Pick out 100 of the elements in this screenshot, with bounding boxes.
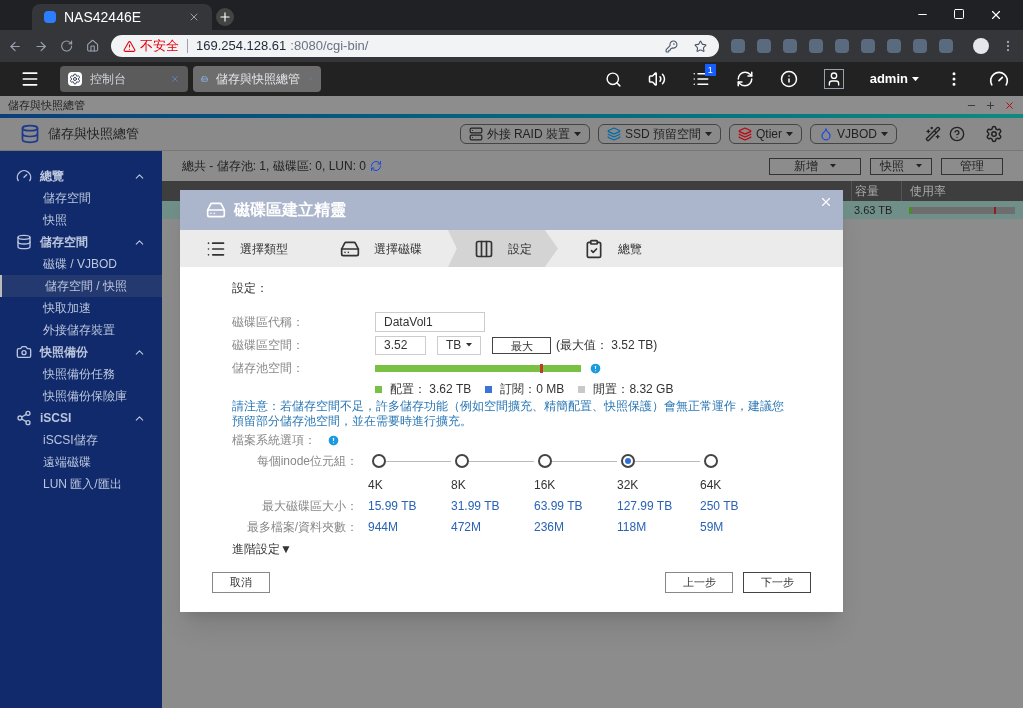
legend-label: 閒置：8.32 GB — [593, 381, 674, 398]
max-volume-value: 250 TB — [700, 498, 740, 515]
inode-size: 32K — [617, 477, 640, 494]
toolbar-dropdown[interactable]: VJBOD — [810, 124, 897, 144]
usage-marker — [993, 206, 996, 214]
sidebar-item[interactable]: 儲存空間 — [0, 187, 162, 209]
wand-icon[interactable] — [925, 126, 941, 142]
user-menu[interactable]: admin — [869, 69, 919, 89]
max-files-value: 472M — [451, 519, 483, 536]
action-button[interactable]: 快照 — [870, 157, 932, 175]
action-button[interactable]: 新增 — [769, 157, 861, 175]
database-icon — [16, 234, 32, 250]
action-button[interactable]: 管理 — [941, 157, 1003, 175]
radio-button[interactable] — [704, 454, 718, 468]
profile-icon[interactable] — [973, 38, 989, 54]
field-label: 每個inode位元組： — [255, 453, 359, 470]
bookmark-icon[interactable] — [694, 39, 707, 53]
max-volume-value: 15.99 TB — [368, 498, 418, 515]
radio-button[interactable] — [372, 454, 386, 468]
sidebar-item[interactable]: iSCSI儲存 — [0, 429, 162, 451]
speaker-icon[interactable] — [647, 70, 666, 88]
max-note: (最大值： 3.52 TB) — [556, 337, 658, 354]
help-icon[interactable] — [949, 126, 965, 142]
max-button[interactable]: 最大 — [492, 336, 551, 354]
next-button[interactable]: 下一步 — [743, 572, 811, 593]
section-title: 設定： — [232, 280, 269, 297]
ssd-icon — [606, 127, 621, 141]
new-tab-icon[interactable] — [216, 8, 234, 26]
sidebar-item[interactable]: 快照備份保險庫 — [0, 385, 162, 407]
toolbar-dropdown[interactable]: SSD 預留空間 — [597, 124, 721, 144]
menu-icon[interactable] — [20, 69, 40, 89]
caret-icon — [466, 343, 472, 347]
sidebar-item[interactable]: 外接儲存裝置 — [0, 319, 162, 341]
app-tab[interactable]: 儲存與快照總管 — [193, 66, 321, 92]
radio-button[interactable] — [538, 454, 552, 468]
sidebar-group[interactable]: 快照備份 — [0, 341, 162, 363]
back-button[interactable]: 上一步 — [665, 572, 733, 593]
wizard-step[interactable]: 設定 — [448, 230, 558, 267]
network-icon — [16, 410, 32, 426]
field-label: 儲存池空間： — [232, 360, 305, 377]
advanced-settings-link[interactable]: 進階設定▼ — [232, 540, 292, 558]
sync-icon[interactable] — [735, 70, 754, 88]
gauge-icon — [16, 168, 32, 184]
sidebar-item[interactable]: 磁碟 / VJBOD — [0, 253, 162, 275]
reload-icon[interactable] — [60, 39, 74, 53]
site-icon — [44, 11, 56, 23]
field-label: 檔案系統選項： — [232, 432, 317, 449]
group-label: 總覽 — [40, 168, 65, 185]
size-field[interactable]: 3.52 — [375, 335, 426, 355]
settings-icon[interactable] — [985, 125, 1003, 143]
caret-icon — [704, 131, 712, 137]
key-icon[interactable] — [665, 39, 678, 53]
gear-icon — [68, 72, 82, 86]
group-label: 快照備份 — [40, 344, 89, 361]
sidebar-group[interactable]: 儲存空間 — [0, 231, 162, 253]
wizard-step[interactable]: 選擇類型 — [180, 230, 314, 267]
clipboard-icon — [584, 238, 604, 259]
user-icon[interactable] — [823, 69, 844, 89]
sidebar-item[interactable]: LUN 匯入/匯出 — [0, 473, 162, 495]
radio-button[interactable] — [621, 454, 635, 468]
window-title: 儲存與快照總管 — [8, 97, 86, 113]
field-label: 磁碟區代稱： — [232, 314, 305, 331]
sidebar-item[interactable]: 快照 — [0, 209, 162, 231]
address-field[interactable]: 不安全 169.254.128.61 :8080/cgi-bin/ — [110, 35, 719, 57]
sidebar-item[interactable]: 快照備份任務 — [0, 363, 162, 385]
notification-badge: 1 — [704, 64, 716, 76]
wizard-step[interactable]: 選擇磁碟 — [314, 230, 448, 267]
drive-icon — [468, 127, 483, 141]
toolbar-dropdown[interactable]: Qtier — [728, 124, 802, 144]
cancel-button[interactable]: 取消 — [212, 572, 270, 593]
sidebar-item[interactable]: 快取加速 — [0, 297, 162, 319]
info-icon[interactable] — [779, 70, 798, 88]
sidebar-group[interactable]: 總覽 — [0, 165, 162, 187]
sidebar-item[interactable]: 儲存空間 / 快照 — [0, 275, 162, 297]
sidebar-group[interactable]: iSCSI — [0, 407, 162, 429]
browser-tab[interactable]: NAS42446E — [32, 4, 212, 30]
close-icon[interactable] — [989, 8, 1003, 22]
search-icon[interactable] — [604, 70, 622, 88]
sidebar-item[interactable]: 遠端磁碟 — [0, 451, 162, 473]
wizard-step[interactable]: 總覽 — [558, 230, 668, 267]
toolbar-dropdown[interactable]: 外接 RAID 裝置 — [459, 124, 590, 144]
dashboard-icon[interactable] — [989, 69, 1009, 89]
app-tab[interactable]: 控制台 — [60, 66, 188, 92]
maximize-icon[interactable] — [953, 8, 965, 20]
max-volume-value: 31.99 TB — [451, 498, 501, 515]
url-host: 169.254.128.61 — [195, 37, 287, 56]
group-label: iSCSI — [40, 410, 73, 427]
home-icon[interactable] — [85, 39, 99, 53]
max-volume-value: 127.99 TB — [617, 498, 674, 515]
max-files-value: 236M — [534, 519, 566, 536]
max-files-value: 944M — [368, 519, 400, 536]
app-tab-label: 儲存與快照總管 — [216, 71, 300, 88]
layers-icon — [737, 127, 752, 141]
radio-button[interactable] — [455, 454, 469, 468]
caret-icon — [912, 76, 919, 82]
unit-select[interactable]: TB — [437, 335, 481, 355]
name-field[interactable]: DataVol1 — [375, 312, 485, 332]
tasks-icon[interactable] — [691, 70, 710, 88]
tab-title: NAS42446E — [64, 7, 143, 27]
columns-icon — [474, 238, 494, 259]
